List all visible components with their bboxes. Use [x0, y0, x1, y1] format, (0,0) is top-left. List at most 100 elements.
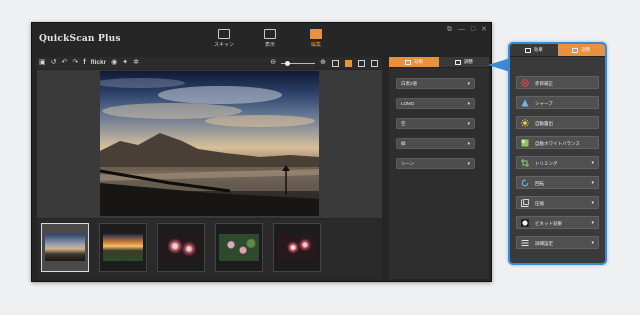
mode-switcher: スキャン 表示 編集 [210, 29, 330, 48]
button-label: 回転 [535, 180, 544, 186]
button-label: トリミング [535, 160, 558, 166]
mode-edit[interactable]: 編集 [302, 29, 330, 48]
tab-label: 効果 [533, 47, 543, 52]
tab-label: 効果 [414, 59, 423, 64]
chevron-down-icon: ▾ [591, 220, 594, 226]
landscape-photo [100, 78, 319, 216]
rotate-button[interactable]: 回転 ▾ [516, 176, 599, 189]
zoom-slider-handle[interactable] [285, 60, 291, 66]
save-icon[interactable]: ▣ [39, 58, 46, 68]
red-eye-button[interactable]: 赤目補正 [516, 76, 599, 89]
image-icon [524, 47, 531, 53]
photo-preview-area [37, 70, 382, 218]
zoom-out-icon[interactable]: ⊖ [270, 58, 276, 68]
dropdown-label: シーン [401, 161, 415, 166]
tab-label: 調整 [464, 59, 473, 64]
effect-dropdown-sky[interactable]: 空 ▾ [396, 118, 475, 129]
compress-button[interactable]: 圧縮 ▾ [516, 196, 599, 209]
thumbnail-4[interactable] [215, 223, 263, 272]
rotate-left-icon[interactable]: ↺ [51, 58, 57, 68]
settings-icon[interactable]: ✲ [133, 58, 139, 68]
rotate-icon [521, 179, 529, 187]
effects-panel: 効果 調整 白黒2値 ▾ LOMO ▾ 空 ▾ 緑 ▾ シーン ▾ [389, 57, 489, 279]
button-label: 圧縮 [535, 200, 544, 206]
zoom-slider[interactable] [281, 60, 316, 66]
sharpen-button[interactable]: シャープ [516, 96, 599, 109]
preview-photo[interactable] [100, 71, 319, 216]
thumbnail-3[interactable] [157, 223, 205, 272]
maximize-icon[interactable]: □ [471, 26, 475, 33]
effect-dropdown-monochrome[interactable]: 白黒2値 ▾ [396, 78, 475, 89]
tab-adjust[interactable]: 調整 [557, 44, 605, 57]
button-label: ビネット効果 [535, 220, 562, 226]
dropdown-label: 空 [401, 121, 406, 126]
sharpen-icon [521, 99, 529, 107]
thumbnail-2[interactable] [99, 223, 147, 272]
title-bar: QuickScan Plus スキャン 表示 編集 ⧉ — □ ✕ [32, 23, 491, 56]
edit-photo-icon [310, 29, 322, 39]
chevron-down-icon: ▾ [467, 141, 470, 147]
effect-dropdown-scene[interactable]: シーン ▾ [396, 158, 475, 169]
dropdown-label: LOMO [401, 101, 415, 106]
tab-adjust[interactable]: 調整 [439, 57, 489, 68]
undo-icon[interactable]: ↶ [62, 58, 68, 68]
white-balance-button[interactable]: 自動ホワイトバランス [516, 136, 599, 149]
dual-view-icon[interactable] [371, 59, 378, 67]
redo-icon[interactable]: ↷ [72, 58, 78, 68]
crop-icon [521, 159, 529, 167]
compress-icon [521, 199, 529, 207]
callout-tabs: 効果 調整 [510, 44, 605, 57]
chevron-down-icon: ▾ [591, 160, 594, 166]
effect-dropdown-lomo[interactable]: LOMO ▾ [396, 98, 475, 109]
button-label: シャープ [535, 100, 553, 106]
dropdown-label: 白黒2値 [401, 81, 418, 86]
grid-view-icon[interactable] [332, 59, 339, 67]
app-window: QuickScan Plus スキャン 表示 編集 ⧉ — □ ✕ ▣ ↺ ↶ … [31, 22, 492, 282]
chevron-down-icon: ▾ [591, 180, 594, 186]
adjust-panel-callout: 効果 調整 赤目補正 シャープ 自動露出 自動ホワイトバランス トリミング ▾ … [508, 42, 607, 265]
red-eye-icon [521, 79, 529, 87]
tab-effects[interactable]: 効果 [389, 57, 439, 68]
restore-icon[interactable]: ⧉ [447, 26, 452, 33]
chevron-down-icon: ▾ [467, 161, 470, 167]
facebook-icon[interactable]: f [83, 58, 85, 68]
button-label: 赤目補正 [535, 80, 553, 86]
close-icon[interactable]: ✕ [481, 26, 487, 33]
flickr-link[interactable]: flickr [91, 58, 107, 68]
thumbnail-1[interactable] [41, 223, 89, 272]
vignette-button[interactable]: ビネット効果 ▾ [516, 216, 599, 229]
thumbnail-5[interactable] [273, 223, 321, 272]
mode-label: スキャン [213, 42, 234, 48]
mode-label: 編集 [310, 42, 321, 48]
mode-scan[interactable]: スキャン [210, 29, 238, 48]
thumbnail-strip [37, 219, 382, 279]
app-title: QuickScan Plus [39, 34, 121, 44]
compare-view-icon[interactable] [358, 59, 365, 67]
effect-dropdown-green[interactable]: 緑 ▾ [396, 138, 475, 149]
picasa-icon[interactable]: ◉ [111, 58, 117, 68]
button-label: 自動ホワイトバランス [535, 140, 580, 146]
advanced-settings-button[interactable]: 詳細設定 ▾ [516, 236, 599, 249]
twitter-icon[interactable]: ✦ [122, 58, 128, 68]
thumbnail-image [219, 234, 259, 261]
window-controls: ⧉ — □ ✕ [447, 26, 487, 33]
adjust-icon [455, 59, 461, 65]
zoom-in-icon[interactable]: ⊕ [320, 58, 326, 68]
settings-list-icon [521, 240, 529, 246]
chevron-down-icon: ▾ [467, 121, 470, 127]
single-view-icon[interactable] [345, 59, 352, 67]
thumbnail-image [103, 234, 143, 261]
dropdown-label: 緑 [401, 141, 406, 146]
button-label: 自動露出 [535, 120, 553, 126]
crop-button[interactable]: トリミング ▾ [516, 156, 599, 169]
chevron-down-icon: ▾ [467, 81, 470, 87]
white-balance-icon [521, 139, 529, 147]
image-icon [405, 59, 411, 65]
mode-view[interactable]: 表示 [256, 29, 284, 48]
tab-effects[interactable]: 効果 [510, 44, 558, 57]
minimize-icon[interactable]: — [458, 26, 465, 33]
edit-toolbar: ▣ ↺ ↶ ↷ f flickr ◉ ✦ ✲ ⊖ ⊕ [36, 57, 382, 69]
scanner-icon [218, 29, 230, 39]
tab-label: 調整 [581, 47, 591, 52]
auto-exposure-button[interactable]: 自動露出 [516, 116, 599, 129]
